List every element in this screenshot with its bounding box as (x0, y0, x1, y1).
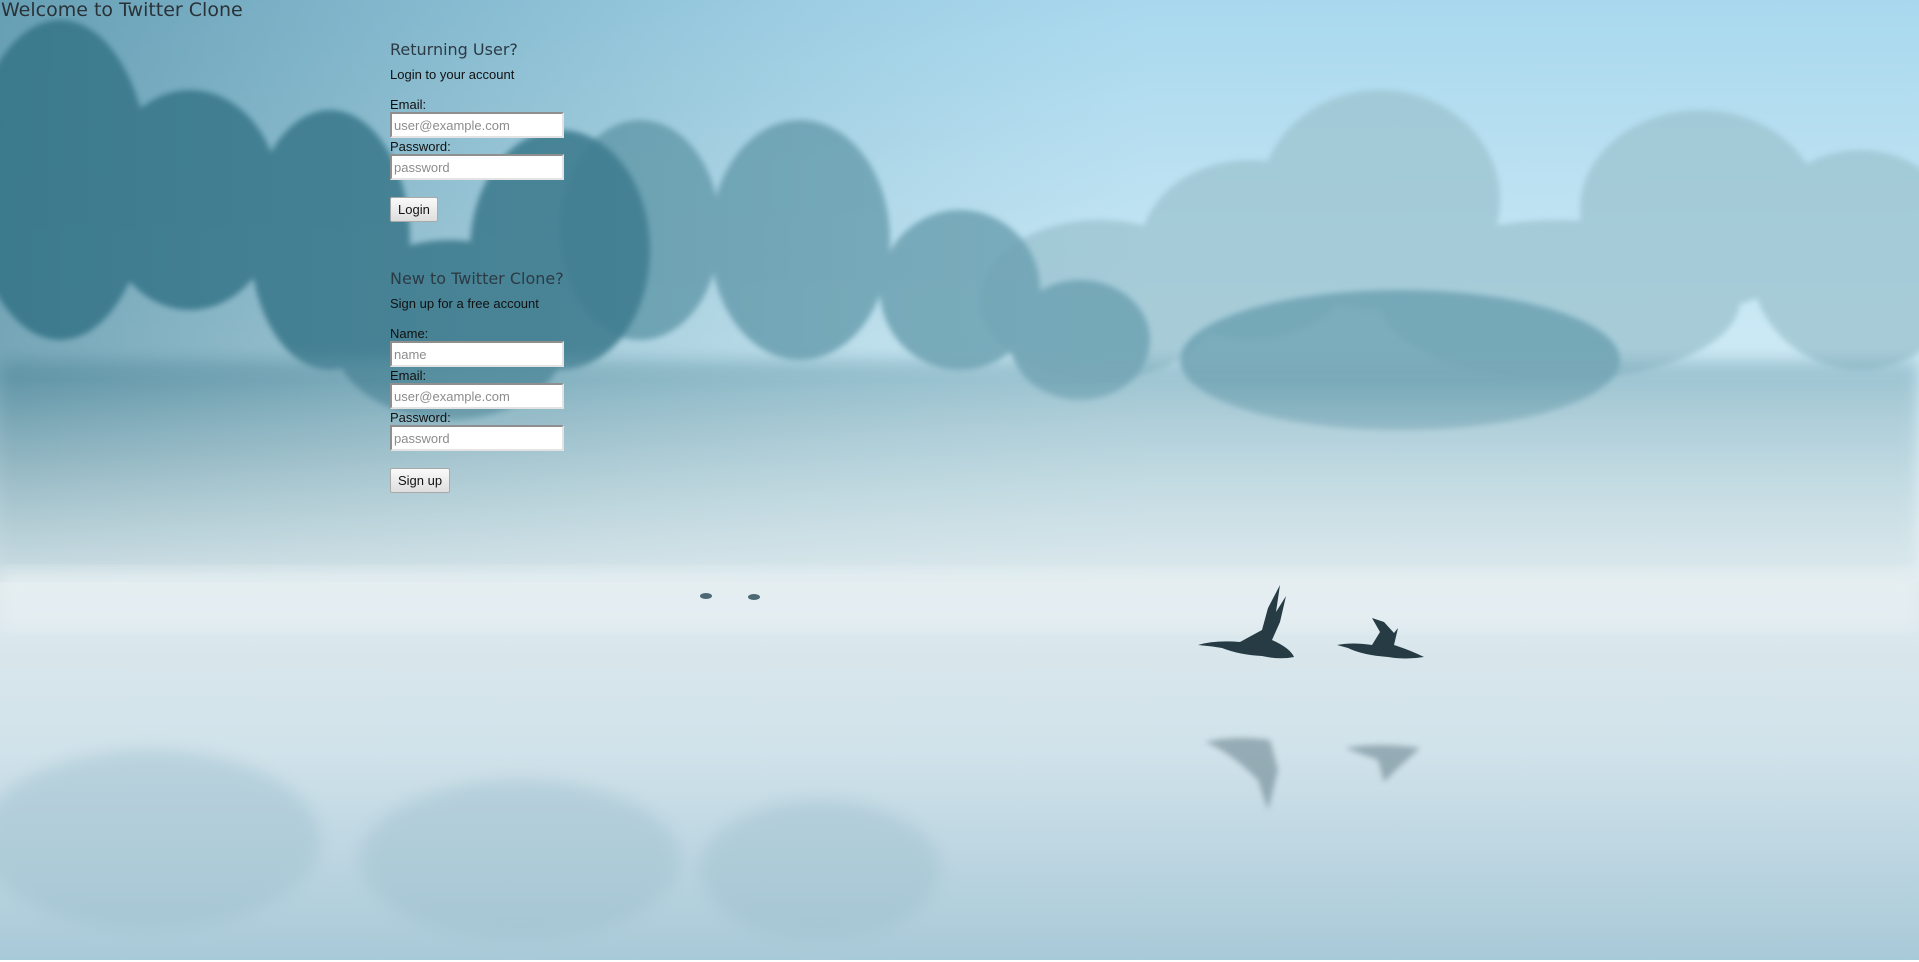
login-password-input[interactable] (390, 154, 564, 180)
signup-form: New to Twitter Clone? Sign up for a free… (390, 267, 610, 493)
signup-name-input[interactable] (390, 341, 564, 367)
signup-password-label: Password: (390, 410, 451, 425)
login-form: Returning User? Login to your account Em… (390, 38, 610, 222)
login-heading: Returning User? (390, 40, 518, 59)
signup-email-label: Email: (390, 368, 427, 383)
login-email-label: Email: (390, 97, 427, 112)
signup-heading: New to Twitter Clone? (390, 269, 564, 288)
signup-password-input[interactable] (390, 425, 564, 451)
page-title: Welcome to Twitter Clone (1, 0, 243, 21)
login-subtitle: Login to your account (390, 67, 515, 82)
page: Welcome to Twitter Clone Returning User?… (0, 0, 1919, 962)
background-image (0, 0, 1919, 962)
login-email-input[interactable] (390, 112, 564, 138)
signup-subtitle: Sign up for a free account (390, 296, 539, 311)
signup-name-label: Name: (390, 326, 429, 341)
login-button[interactable]: Login (390, 197, 438, 222)
signup-email-input[interactable] (390, 383, 564, 409)
signup-button[interactable]: Sign up (390, 468, 451, 493)
login-password-label: Password: (390, 139, 451, 154)
